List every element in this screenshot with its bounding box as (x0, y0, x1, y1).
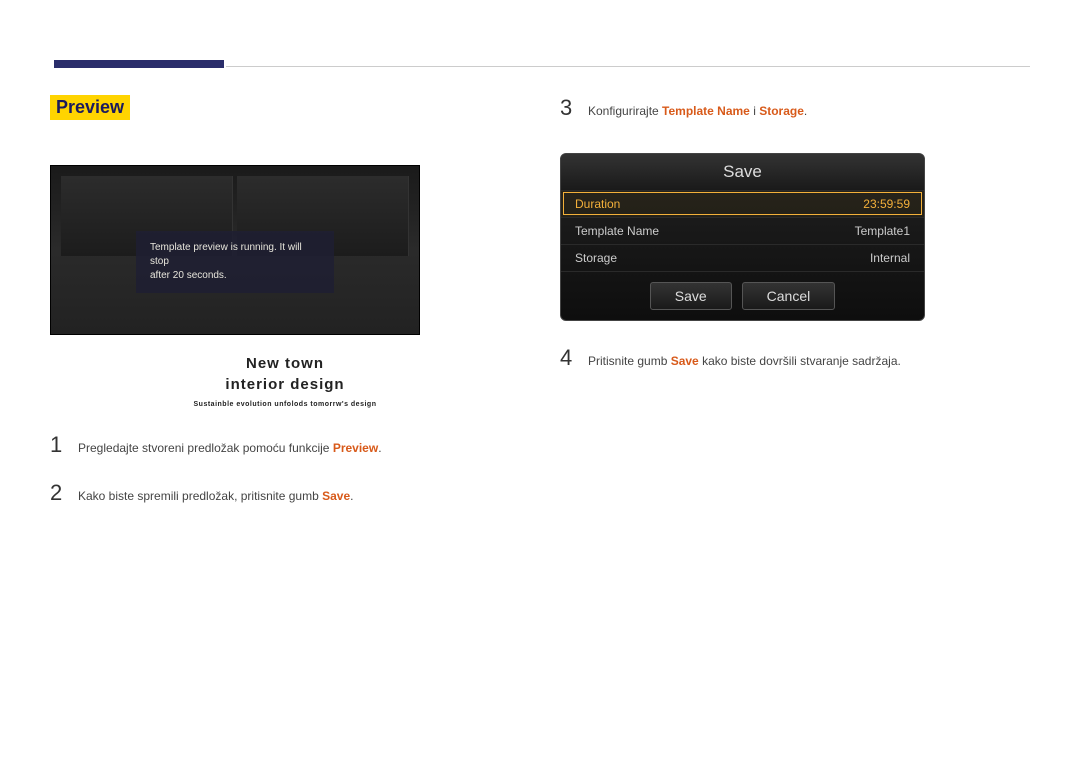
left-steps: 1 Pregledajte stvoreni predložak pomoću … (50, 432, 520, 506)
section-title: Preview (50, 95, 130, 120)
right-column: 3 Konfigurirajte Template Name i Storage… (560, 95, 1030, 528)
row-label: Storage (575, 251, 617, 265)
keyword-save: Save (671, 354, 699, 368)
step-1: 1 Pregledajte stvoreni predložak pomoću … (50, 432, 520, 458)
caption-line2: interior design (50, 374, 520, 395)
step-post: . (804, 104, 807, 118)
step-post: . (378, 441, 381, 455)
caption-subtitle: Sustainble evolution unfolods tomorrw's … (50, 401, 520, 408)
row-label: Duration (575, 197, 620, 211)
step-pre: Pregledajte stvoreni predložak pomoću fu… (78, 441, 333, 455)
left-column: Preview Template preview is running. It … (50, 95, 520, 528)
page-content: Preview Template preview is running. It … (50, 95, 1030, 528)
keyword-template-name: Template Name (662, 104, 750, 118)
dialog-title: Save (561, 154, 924, 190)
preview-screenshot: Template preview is running. It will sto… (50, 165, 420, 335)
dialog-row-duration[interactable]: Duration 23:59:59 (561, 190, 924, 217)
row-value: 23:59:59 (863, 197, 910, 211)
step-text: Kako biste spremili predložak, pritisnit… (78, 489, 353, 503)
preview-msg-line2: after 20 seconds. (150, 270, 227, 281)
header-divider (226, 66, 1030, 67)
step-pre: Pritisnite gumb (588, 354, 671, 368)
header-accent-bar (54, 60, 224, 68)
step-number: 2 (50, 480, 64, 506)
step-text: Pritisnite gumb Save kako biste dovršili… (588, 354, 901, 368)
row-value: Template1 (855, 224, 910, 238)
row-value: Internal (870, 251, 910, 265)
keyword-save: Save (322, 489, 350, 503)
step-mid: i (750, 104, 759, 118)
dialog-row-storage[interactable]: Storage Internal (561, 244, 924, 271)
caption-line1: New town (50, 353, 520, 374)
dialog-buttons: Save Cancel (561, 271, 924, 320)
save-dialog: Save Duration 23:59:59 Template Name Tem… (560, 153, 925, 321)
step-2: 2 Kako biste spremili predložak, pritisn… (50, 480, 520, 506)
step-text: Pregledajte stvoreni predložak pomoću fu… (78, 441, 382, 455)
step-number: 3 (560, 95, 574, 121)
step-text: Konfigurirajte Template Name i Storage. (588, 104, 807, 118)
preview-msg-line1: Template preview is running. It will sto… (150, 242, 302, 267)
step-number: 1 (50, 432, 64, 458)
keyword-preview: Preview (333, 441, 378, 455)
row-label: Template Name (575, 224, 659, 238)
step-pre: Konfigurirajte (588, 104, 662, 118)
step-post: . (350, 489, 353, 503)
step-number: 4 (560, 345, 574, 371)
cancel-button[interactable]: Cancel (742, 282, 836, 310)
preview-caption: New town interior design Sustainble evol… (50, 353, 520, 408)
dialog-row-template-name[interactable]: Template Name Template1 (561, 217, 924, 244)
step-pre: Kako biste spremili predložak, pritisnit… (78, 489, 322, 503)
step-4: 4 Pritisnite gumb Save kako biste dovrši… (560, 345, 1030, 371)
keyword-storage: Storage (759, 104, 804, 118)
save-button[interactable]: Save (650, 282, 732, 310)
preview-message-popup: Template preview is running. It will sto… (136, 231, 334, 293)
step-3: 3 Konfigurirajte Template Name i Storage… (560, 95, 1030, 121)
step-post: kako biste dovršili stvaranje sadržaja. (699, 354, 901, 368)
